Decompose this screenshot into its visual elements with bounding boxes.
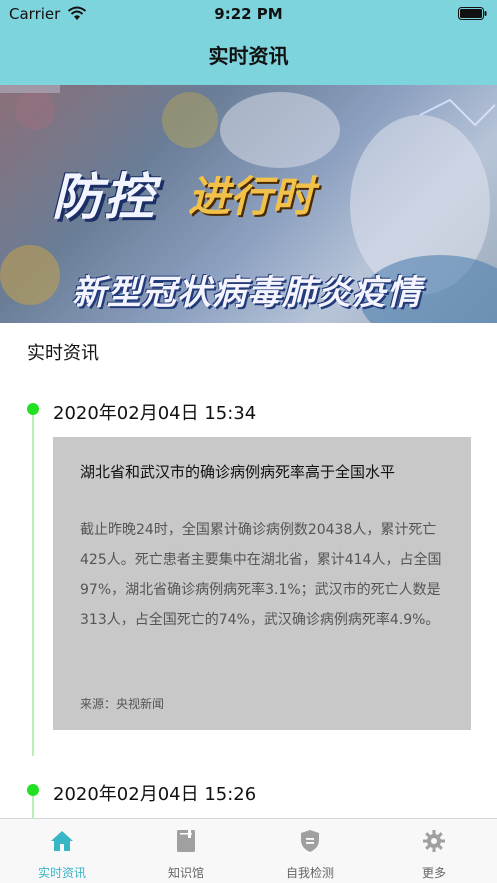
news-source: 来源：央视新闻 <box>80 697 165 711</box>
banner-subtitle: 新型冠状病毒肺炎疫情 <box>72 273 422 313</box>
tab-more[interactable]: 更多 <box>372 819 496 883</box>
tab-self-check[interactable]: 自我检测 <box>248 819 372 883</box>
book-icon <box>177 830 195 852</box>
news-body: 截止昨晚24时，全国累计确诊病例数20438人，累计死亡425人。死亡患者主要集… <box>80 522 442 628</box>
tab-bar: 实时资讯 知识馆 自我检测 更多 <box>0 818 497 883</box>
tab-knowledge[interactable]: 知识馆 <box>124 819 248 883</box>
tab-label: 自我检测 <box>285 866 334 880</box>
news-card[interactable]: 湖北省和武汉市的确诊病例病死率高于全国水平 截止昨晚24时，全国累计确诊病例数2… <box>53 437 471 730</box>
banner-image[interactable]: 防控 进行时 新型冠状病毒肺炎疫情 <box>0 85 497 323</box>
timeline-dot <box>27 403 39 415</box>
timeline-line <box>32 410 34 756</box>
section-title: 实时资讯 <box>27 343 99 364</box>
tab-label: 知识馆 <box>167 866 204 880</box>
status-bar: Carrier 9:22 PM <box>0 0 497 28</box>
timeline-date: 2020年02月04日 15:34 <box>53 403 257 424</box>
shield-icon <box>301 830 319 852</box>
header: Carrier 9:22 PM 实时资讯 <box>0 0 497 85</box>
clock: 9:22 PM <box>214 5 283 23</box>
banner-title-accent: 进行时 <box>188 172 315 221</box>
home-icon <box>51 831 73 851</box>
page-title: 实时资讯 <box>208 44 289 68</box>
tab-label: 更多 <box>421 866 446 880</box>
tab-label: 实时资讯 <box>37 866 86 880</box>
timeline-dot <box>27 784 39 796</box>
banner-title: 防控 <box>52 168 156 226</box>
tab-realtime-news[interactable]: 实时资讯 <box>0 819 124 883</box>
battery-icon <box>458 7 487 20</box>
gear-icon <box>423 830 445 852</box>
news-title: 湖北省和武汉市的确诊病例病死率高于全国水平 <box>80 463 396 481</box>
timeline-date: 2020年02月04日 15:26 <box>53 784 257 805</box>
